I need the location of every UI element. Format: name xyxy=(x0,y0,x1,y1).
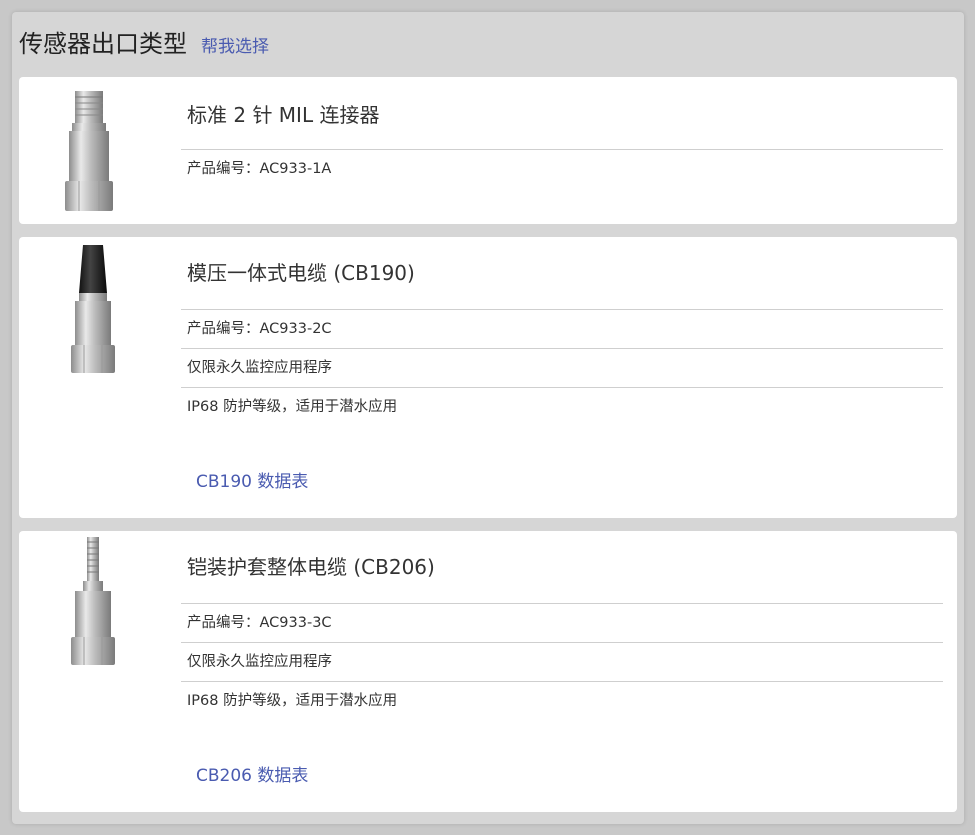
protection-rating-note: IP68 防护等级，适用于潜水应用 xyxy=(181,387,943,426)
product-title: 模压一体式电缆 (CB190) xyxy=(187,261,415,285)
part-number: 产品编号：AC933-3C xyxy=(181,603,943,642)
part-number: 产品编号：AC933-1A xyxy=(181,149,943,188)
armored-cable-sensor-image xyxy=(71,537,115,665)
panel-header: 传感器出口类型 帮我选择 xyxy=(19,24,269,64)
product-card-cb206[interactable]: 铠装护套整体电缆 (CB206) 产品编号：AC933-3C 仅限永久监控应用程… xyxy=(19,531,957,812)
help-me-choose-link[interactable]: 帮我选择 xyxy=(201,32,269,57)
page-title: 传感器出口类型 xyxy=(19,30,187,58)
usage-note: 仅限永久监控应用程序 xyxy=(181,348,943,387)
product-title: 铠装护套整体电缆 (CB206) xyxy=(187,555,435,579)
molded-cable-sensor-image xyxy=(71,245,115,373)
product-title: 标准 2 针 MIL 连接器 xyxy=(187,103,380,127)
cb206-datasheet-link[interactable]: CB206 数据表 xyxy=(196,761,308,786)
cb190-datasheet-link[interactable]: CB190 数据表 xyxy=(196,467,308,492)
protection-rating-note: IP68 防护等级，适用于潜水应用 xyxy=(181,681,943,720)
sensor-outlet-panel: 传感器出口类型 帮我选择 标准 2 针 MIL 连接器 产品编号：AC933-1… xyxy=(12,12,964,824)
product-card-cb190[interactable]: 模压一体式电缆 (CB190) 产品编号：AC933-2C 仅限永久监控应用程序… xyxy=(19,237,957,518)
part-number: 产品编号：AC933-2C xyxy=(181,309,943,348)
product-card-mil-connector[interactable]: 标准 2 针 MIL 连接器 产品编号：AC933-1A xyxy=(19,77,957,224)
mil-connector-sensor-image xyxy=(65,91,113,211)
usage-note: 仅限永久监控应用程序 xyxy=(181,642,943,681)
